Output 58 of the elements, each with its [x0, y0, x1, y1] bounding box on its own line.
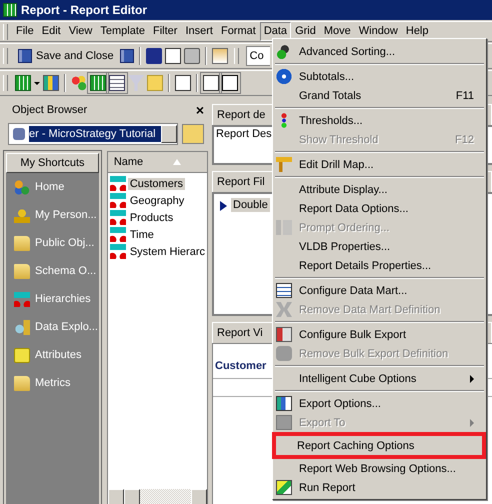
folder-icon[interactable]	[14, 264, 30, 278]
column-header[interactable]: Name	[108, 152, 207, 173]
panel-title: Object Browser	[12, 104, 88, 116]
description-text: Report Des	[216, 128, 272, 140]
menu-item[interactable]: Grand Totals F11	[273, 86, 486, 105]
menu-bar-item[interactable]: Move	[320, 23, 355, 40]
menu-item[interactable]: Attribute Display...	[273, 180, 486, 199]
folder-icon[interactable]	[14, 236, 30, 250]
menu-bar-item[interactable]: Insert	[181, 23, 217, 40]
save-and-close-button[interactable]: Save and Close	[15, 45, 117, 67]
folder-icon[interactable]	[14, 376, 30, 390]
menu-item[interactable]: Subtotals...	[273, 67, 486, 86]
menu-item[interactable]: Configure Data Mart...	[273, 281, 486, 300]
grid-icon	[3, 3, 17, 17]
list-item[interactable]: Products	[128, 212, 176, 224]
window-title: Report - Report Editor	[21, 3, 147, 17]
menu-bar-item[interactable]: File	[12, 23, 38, 40]
menu-item[interactable]: Edit Drill Map...	[273, 155, 486, 174]
menu-item[interactable]: Report Data Options...	[273, 199, 486, 218]
grid-icon[interactable]	[15, 75, 31, 91]
menu-bar-item[interactable]: Window	[354, 23, 402, 40]
menu-bar-item[interactable]: Filter	[149, 23, 182, 40]
list-item[interactable]: Customers	[128, 178, 185, 190]
combo-box[interactable]: Co	[246, 46, 270, 66]
shortcut-item[interactable]: Schema O...	[35, 265, 96, 277]
menu-bar-item[interactable]: Grid	[291, 23, 320, 40]
menu-item[interactable]: Report Details Properties...	[273, 256, 486, 275]
shortcut-item[interactable]: Metrics	[35, 377, 70, 389]
filter-condition[interactable]: Double	[231, 198, 270, 212]
menu-item[interactable]: Thresholds...	[273, 111, 486, 130]
menu-bar-item[interactable]: Format	[216, 23, 260, 40]
menu-bar-item[interactable]: View	[64, 23, 96, 40]
shortcut-item[interactable]: Home	[35, 181, 64, 193]
menu-item[interactable]: Report Caching Options	[272, 432, 486, 459]
table-icon[interactable]	[109, 75, 125, 91]
grid-icon[interactable]	[90, 75, 106, 91]
shortcut-item[interactable]: My Person...	[35, 209, 97, 221]
menu-item[interactable]: Export Options...	[273, 394, 486, 413]
shortcut-item[interactable]: Attributes	[35, 349, 82, 361]
shortcut-item[interactable]: Data Explo...	[35, 321, 98, 333]
list-item[interactable]: Time	[128, 228, 156, 240]
close-button[interactable]: ×	[196, 104, 204, 116]
project-dropdown[interactable]: er - MicroStrategy Tutorial	[8, 123, 178, 145]
menu-bar-item[interactable]: Template	[96, 23, 149, 40]
menu-bar-item[interactable]: Edit	[38, 23, 65, 40]
menu-item[interactable]: Report Web Browsing Options...	[273, 459, 486, 478]
shortcut-item[interactable]: Hierarchies	[35, 293, 91, 305]
menu-item[interactable]: Run Report	[273, 478, 486, 497]
caret-icon[interactable]	[34, 82, 40, 84]
shortcut-item[interactable]: Public Obj...	[35, 237, 94, 249]
list-item[interactable]: System Hierarc	[128, 246, 207, 258]
menu-item[interactable]: VLDB Properties...	[273, 237, 486, 256]
menu-item[interactable]: Advanced Sorting...	[273, 42, 486, 61]
menu-bar-item[interactable]: Help	[402, 23, 432, 40]
list-item[interactable]: Geography	[128, 194, 186, 206]
horizontal-scrollbar[interactable]	[108, 489, 207, 504]
my-shortcuts-button[interactable]: My Shortcuts	[6, 153, 99, 173]
menu-item[interactable]: Configure Bulk Export	[273, 325, 486, 344]
